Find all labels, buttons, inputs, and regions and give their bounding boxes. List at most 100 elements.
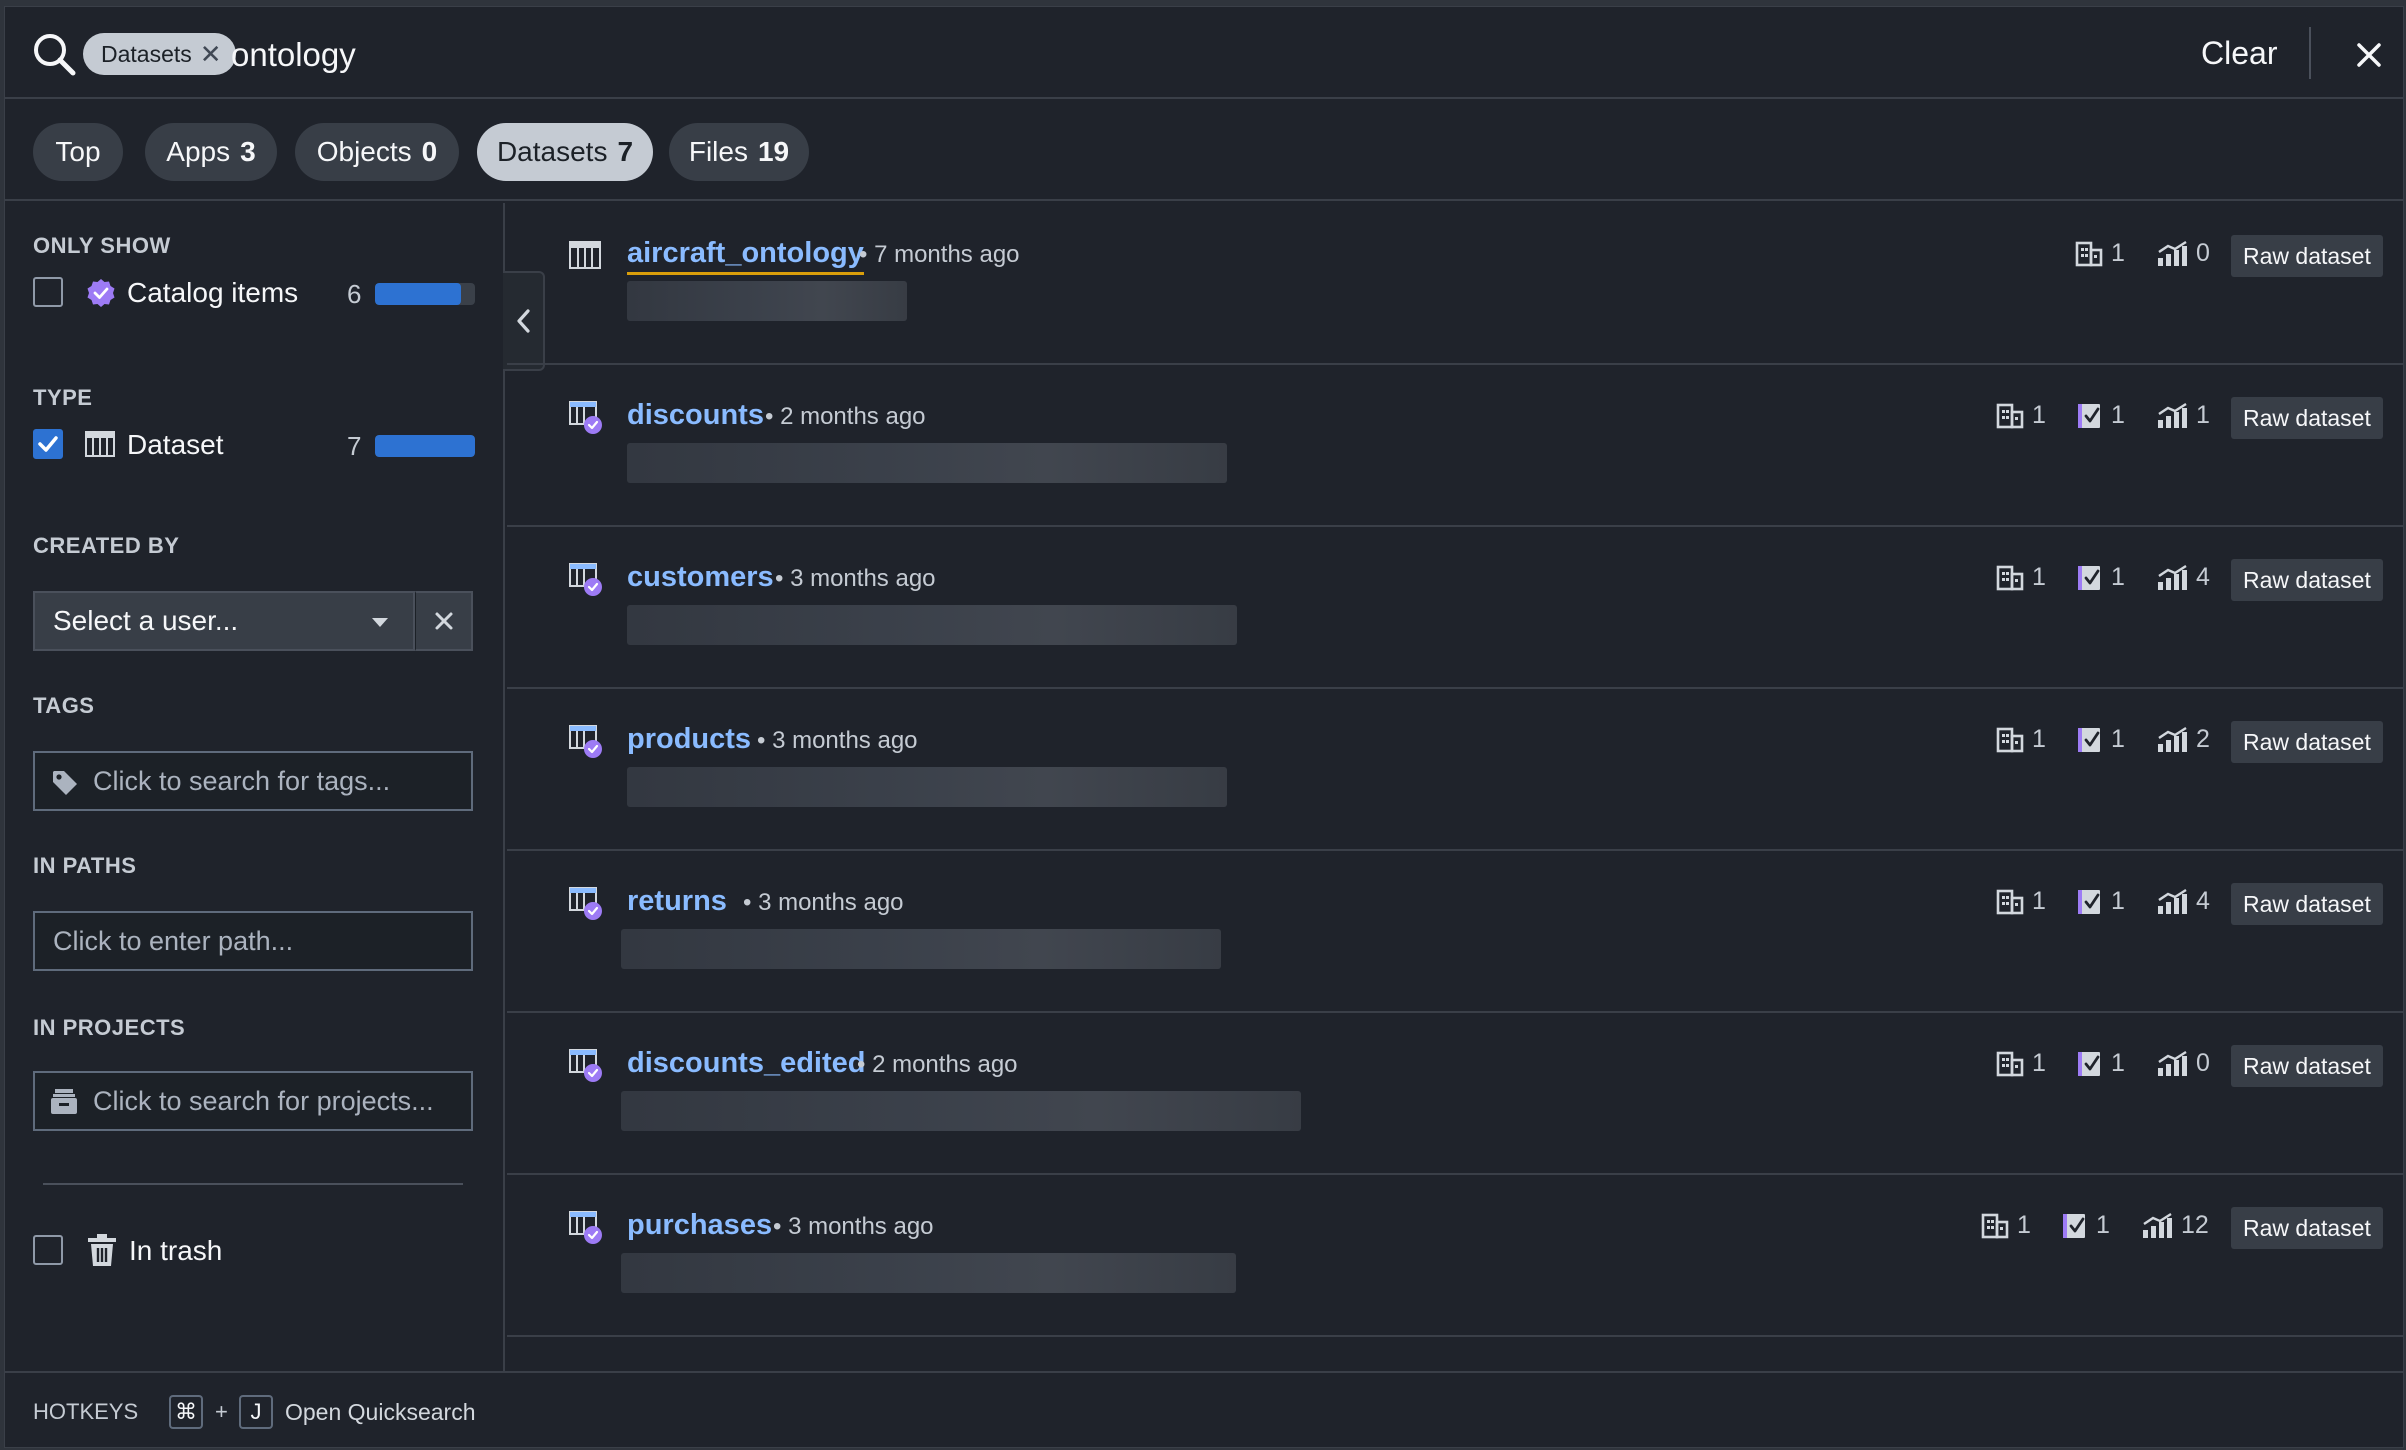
org-count[interactable]: 1 xyxy=(1996,401,2046,430)
checkmark-icon xyxy=(38,436,58,452)
tags-placeholder: Click to search for tags... xyxy=(93,765,391,796)
lineage-count[interactable]: 2 xyxy=(2156,725,2210,754)
lineage-count[interactable]: 4 xyxy=(2156,887,2210,916)
raw-dataset-badge: Raw dataset xyxy=(2231,559,2383,601)
result-row[interactable]: aircraft_ontology • 7 months ago 0 1 Raw dat… xyxy=(507,203,2403,365)
dataset-table-icon xyxy=(569,241,601,269)
checks-count-value: 1 xyxy=(2111,887,2125,915)
checks-count[interactable]: 1 xyxy=(2077,725,2125,754)
search-input[interactable] xyxy=(231,27,2131,83)
catalog-items-bar-fill xyxy=(375,283,461,305)
in-trash-checkbox[interactable] xyxy=(33,1235,63,1265)
result-modified-time: • 3 months ago xyxy=(743,889,904,917)
clear-button[interactable]: Clear xyxy=(2201,35,2277,72)
header-divider xyxy=(2309,27,2311,79)
checks-count[interactable]: 1 xyxy=(2077,401,2125,430)
lineage-count[interactable]: 1 xyxy=(2156,401,2210,430)
only-show-heading: ONLY SHOW xyxy=(33,233,171,258)
remove-filter-icon[interactable]: ✕ xyxy=(200,41,222,67)
dataset-type-count: 7 xyxy=(347,431,362,461)
filter-chip: Datasets ✕ xyxy=(83,33,236,75)
catalog-dataset-icon xyxy=(569,725,602,758)
result-modified-time: • 2 months ago xyxy=(765,403,926,431)
org-count[interactable]: 1 xyxy=(1996,725,2046,754)
result-row[interactable]: purchases • 3 months ago 12 1 1 Raw dataset xyxy=(507,1175,2403,1337)
checks-count-value: 1 xyxy=(2111,725,2125,753)
org-icon xyxy=(1996,403,2024,428)
checks-count[interactable]: 1 xyxy=(2077,887,2125,916)
checks-count-value: 1 xyxy=(2111,401,2125,429)
checks-icon xyxy=(2078,565,2100,590)
result-row[interactable]: products • 3 months ago 2 1 1 Raw dataset xyxy=(507,689,2403,851)
tab-datasets[interactable]: Datasets 7 xyxy=(477,123,653,181)
tags-search-field[interactable]: Click to search for tags... xyxy=(33,751,473,811)
result-name-link[interactable]: products xyxy=(627,723,751,756)
tab-label: Files xyxy=(688,136,748,167)
org-count[interactable]: 1 xyxy=(2075,239,2125,268)
org-count-value: 1 xyxy=(2032,725,2046,753)
lineage-count[interactable]: 0 xyxy=(2156,239,2210,268)
lineage-count[interactable]: 0 xyxy=(2156,1049,2210,1078)
catalog-dataset-icon xyxy=(569,1049,602,1082)
result-description-redacted xyxy=(621,1253,1236,1293)
result-name-link[interactable]: discounts_edited xyxy=(627,1047,866,1080)
org-count-value: 1 xyxy=(2032,1049,2046,1077)
checks-count-value: 1 xyxy=(2111,1049,2125,1077)
lineage-count[interactable]: 12 xyxy=(2141,1211,2209,1240)
result-modified-time: • 2 months ago xyxy=(857,1051,1018,1079)
created-by-placeholder: Select a user... xyxy=(53,605,239,636)
close-icon[interactable] xyxy=(2347,33,2391,77)
command-key: ⌘ xyxy=(169,1395,203,1429)
tab-apps[interactable]: Apps 3 xyxy=(145,123,277,181)
result-name-link[interactable]: customers xyxy=(627,561,774,594)
tab-top[interactable]: Top xyxy=(33,123,123,181)
separator-dot: • xyxy=(757,727,773,754)
lineage-count-value: 4 xyxy=(2196,887,2210,915)
result-name-link[interactable]: aircraft_ontology xyxy=(627,237,864,275)
trash-icon xyxy=(88,1234,116,1266)
tab-count: 0 xyxy=(421,136,438,167)
result-row[interactable]: discounts_edited • 2 months ago 0 1 1 Raw dat… xyxy=(507,1013,2403,1175)
search-icon xyxy=(34,34,76,76)
j-key: J xyxy=(239,1395,273,1429)
catalog-items-label: Catalog items xyxy=(127,277,299,308)
result-modified-time: • 3 months ago xyxy=(773,1213,934,1241)
result-modified-time: • 3 months ago xyxy=(775,565,936,593)
clear-user-button[interactable] xyxy=(415,591,473,651)
dataset-type-bar xyxy=(375,435,475,457)
type-heading: TYPE xyxy=(33,385,93,410)
filter-chip-label: Datasets xyxy=(101,40,192,67)
checks-count[interactable]: 1 xyxy=(2062,1211,2110,1240)
dataset-type-bar-fill xyxy=(375,435,475,457)
plus-sign: + xyxy=(215,1399,228,1424)
result-description-redacted xyxy=(627,767,1227,807)
catalog-items-checkbox[interactable] xyxy=(33,277,63,307)
org-count[interactable]: 1 xyxy=(1996,887,2046,916)
dataset-type-checkbox[interactable] xyxy=(33,429,63,459)
created-by-select[interactable]: Select a user... xyxy=(33,591,415,651)
lineage-count-value: 0 xyxy=(2196,239,2210,267)
raw-dataset-badge: Raw dataset xyxy=(2231,883,2383,925)
result-name-link[interactable]: returns xyxy=(627,885,727,918)
separator-dot: • xyxy=(773,1213,789,1240)
search-header: Datasets ✕ Clear xyxy=(5,7,2403,99)
org-count[interactable]: 1 xyxy=(1981,1211,2031,1240)
result-row[interactable]: returns • 3 months ago 4 1 1 Raw dataset xyxy=(507,851,2403,1013)
open-quicksearch-hotkey[interactable]: Open Quicksearch xyxy=(285,1399,475,1426)
checks-count[interactable]: 1 xyxy=(2077,1049,2125,1078)
lineage-count[interactable]: 4 xyxy=(2156,563,2210,592)
projects-search-field[interactable]: Click to search for projects... xyxy=(33,1071,473,1131)
tab-files[interactable]: Files 19 xyxy=(669,123,809,181)
result-row[interactable]: discounts • 2 months ago 1 1 1 Raw dataset xyxy=(507,365,2403,527)
checks-count[interactable]: 1 xyxy=(2077,563,2125,592)
org-count[interactable]: 1 xyxy=(1996,1049,2046,1078)
org-count[interactable]: 1 xyxy=(1996,563,2046,592)
result-row[interactable]: customers • 3 months ago 4 1 1 Raw dataset xyxy=(507,527,2403,689)
path-input-field[interactable]: Click to enter path... xyxy=(33,911,473,971)
result-name-link[interactable]: discounts xyxy=(627,399,764,432)
tab-objects[interactable]: Objects 0 xyxy=(295,123,459,181)
catalog-items-count: 6 xyxy=(347,279,362,309)
hotkeys-footer: HOTKEYS ⌘ + J Open Quicksearch xyxy=(5,1371,2403,1447)
result-name-link[interactable]: purchases xyxy=(627,1209,772,1242)
result-time-text: 3 months ago xyxy=(772,727,918,754)
